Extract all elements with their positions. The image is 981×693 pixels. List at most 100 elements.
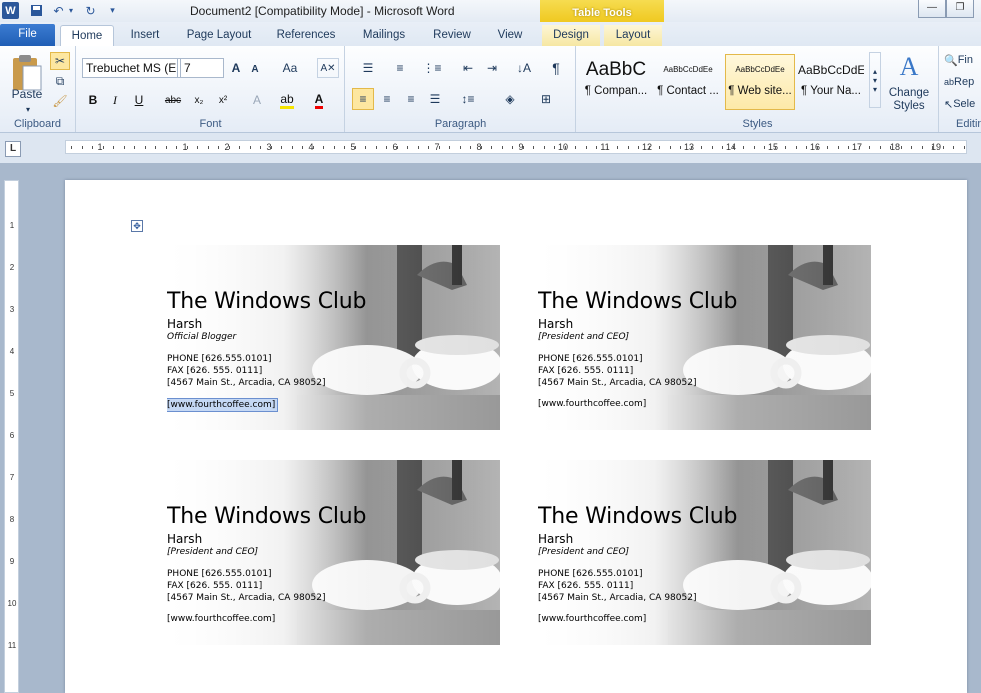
company-name[interactable]: The Windows Club [538,289,737,314]
superscript-button[interactable]: x² [213,90,233,110]
tab-selector[interactable]: L [5,141,21,157]
address-line[interactable]: [4567 Main St., Arcadia, CA 98052] [538,378,696,388]
undo-dropdown-icon[interactable]: ▾ [66,2,76,19]
paste-button[interactable]: Paste [4,86,50,102]
copy-icon[interactable]: ⧉ [50,72,70,90]
tab-mailings[interactable]: Mailings [352,25,416,46]
underline-button[interactable]: U [129,90,149,110]
minimize-button[interactable]: — [918,0,946,18]
multilevel-list-icon[interactable]: ⋮≡ [418,58,446,78]
website-line[interactable]: [www.fourthcoffee.com] [167,614,275,624]
bold-button[interactable]: B [83,90,103,110]
change-styles-button[interactable]: Change Styles [883,86,935,114]
subscript-button[interactable]: x₂ [189,90,209,110]
company-name[interactable]: The Windows Club [538,504,737,529]
style-web-site[interactable]: AaBbCcDdEe ¶ Web site... [725,54,795,110]
numbering-icon[interactable]: ≡ [386,58,414,78]
business-card[interactable]: The Windows Club Harsh[President and CEO]… [538,460,871,645]
address-line[interactable]: [4567 Main St., Arcadia, CA 98052] [167,378,325,388]
phone-line[interactable]: PHONE [626.555.0101] [167,569,272,579]
format-painter-icon[interactable]: 🖌 [50,92,70,110]
styles-scroll-icon[interactable]: ▴▾▾ [869,52,881,108]
job-title[interactable]: [President and CEO] [167,547,258,557]
font-color-icon[interactable]: A [309,90,329,110]
document-page[interactable]: ✥ The Windows ClubHarshOfficial BloggerP… [65,180,967,693]
fax-line[interactable]: FAX [626. 555. 0111] [167,581,262,591]
website-line[interactable]: [www.fourthcoffee.com] [538,614,646,624]
person-name[interactable]: Harsh [538,317,573,331]
customize-qat-icon[interactable]: ▾ [104,2,121,19]
show-marks-button[interactable]: ¶ [546,58,566,78]
change-case-button[interactable]: Aa [277,58,303,78]
undo-icon[interactable]: ↶ [50,2,67,19]
tab-review[interactable]: Review [424,25,480,46]
job-title[interactable]: [President and CEO] [538,547,629,557]
horizontal-ruler[interactable]: L 112345678910111213141516171819 [0,133,981,163]
address-line[interactable]: [4567 Main St., Arcadia, CA 98052] [538,593,696,603]
shrink-font-icon[interactable]: A [247,60,263,78]
website-line[interactable]: [www.fourthcoffee.com] [167,399,277,411]
fax-line[interactable]: FAX [626. 555. 0111] [167,366,262,376]
job-title[interactable]: [President and CEO] [538,332,629,342]
word-app-icon[interactable]: W [2,2,19,19]
text-effects-icon[interactable]: A [247,90,267,110]
card-text[interactable]: The Windows Club Harsh[President and CEO]… [167,460,500,645]
tab-insert[interactable]: Insert [122,25,168,46]
person-name[interactable]: Harsh [538,532,573,546]
company-name[interactable]: The Windows Club [167,289,366,314]
tab-file[interactable]: File [0,24,55,46]
tab-layout[interactable]: Layout [604,25,662,46]
strikethrough-button[interactable]: abc [161,90,185,110]
clear-formatting-icon[interactable]: A✕ [317,58,339,78]
style-your-name[interactable]: AaBbCcDdE ¶ Your Na... [797,54,865,110]
increase-indent-icon[interactable]: ⇥ [482,58,502,78]
align-center-icon[interactable]: ≡ [376,88,398,110]
person-name[interactable]: Harsh [167,317,202,331]
align-right-icon[interactable]: ≡ [400,88,422,110]
phone-line[interactable]: PHONE [626.555.0101] [538,354,643,364]
highlight-color-icon[interactable]: ab [275,90,299,110]
card-text[interactable]: The Windows Club Harsh[President and CEO]… [538,245,871,430]
find-button[interactable]: 🔍Fin [944,52,981,68]
shading-icon[interactable]: ◈ [496,88,524,110]
style-company[interactable]: AaBbC ¶ Compan... [581,54,651,110]
borders-icon[interactable]: ⊞ [532,88,560,110]
tab-home[interactable]: Home [60,25,114,46]
align-left-icon[interactable]: ≡ [352,88,374,110]
select-button[interactable]: ↖Sele [944,96,981,112]
replace-button[interactable]: abRep [944,74,981,90]
style-contact[interactable]: AaBbCcDdEe ¶ Contact ... [653,54,723,110]
fax-line[interactable]: FAX [626. 555. 0111] [538,581,633,591]
ruler-bar[interactable]: 112345678910111213141516171819 [65,140,967,154]
tab-view[interactable]: View [488,25,532,46]
sort-icon[interactable]: ↓A [514,58,534,78]
phone-line[interactable]: PHONE [626.555.0101] [538,569,643,579]
card-text[interactable]: The Windows Club Harsh[President and CEO]… [538,460,871,645]
font-name-box[interactable]: Trebuchet MS (E [82,58,178,78]
business-card[interactable]: The Windows ClubHarshOfficial BloggerPHO… [167,245,500,430]
table-move-handle-icon[interactable]: ✥ [131,220,143,232]
phone-line[interactable]: PHONE [626.555.0101] [167,354,272,364]
save-icon[interactable] [28,2,45,19]
tab-design[interactable]: Design [542,25,600,46]
cut-icon[interactable]: ✂ [50,52,70,70]
fax-line[interactable]: FAX [626. 555. 0111] [538,366,633,376]
change-styles-icon[interactable]: A [887,52,931,82]
italic-button[interactable]: I [105,90,125,110]
restore-button[interactable]: ❐ [946,0,974,18]
vertical-ruler[interactable]: 1234567891011 [4,180,19,693]
grow-font-icon[interactable]: A [227,58,245,78]
website-line[interactable]: [www.fourthcoffee.com] [538,399,646,409]
decrease-indent-icon[interactable]: ⇤ [458,58,478,78]
font-size-box[interactable]: 7 [180,58,224,78]
business-card[interactable]: The Windows Club Harsh[President and CEO]… [167,460,500,645]
tab-references[interactable]: References [270,25,342,46]
company-name[interactable]: The Windows Club [167,504,366,529]
tab-page-layout[interactable]: Page Layout [178,25,260,46]
address-line[interactable]: [4567 Main St., Arcadia, CA 98052] [167,593,325,603]
redo-icon[interactable]: ↻ [82,2,99,19]
person-name[interactable]: Harsh [167,532,202,546]
card-text[interactable]: The Windows ClubHarshOfficial BloggerPHO… [167,245,500,430]
justify-icon[interactable]: ☰ [424,88,446,110]
business-card[interactable]: The Windows Club Harsh[President and CEO]… [538,245,871,430]
